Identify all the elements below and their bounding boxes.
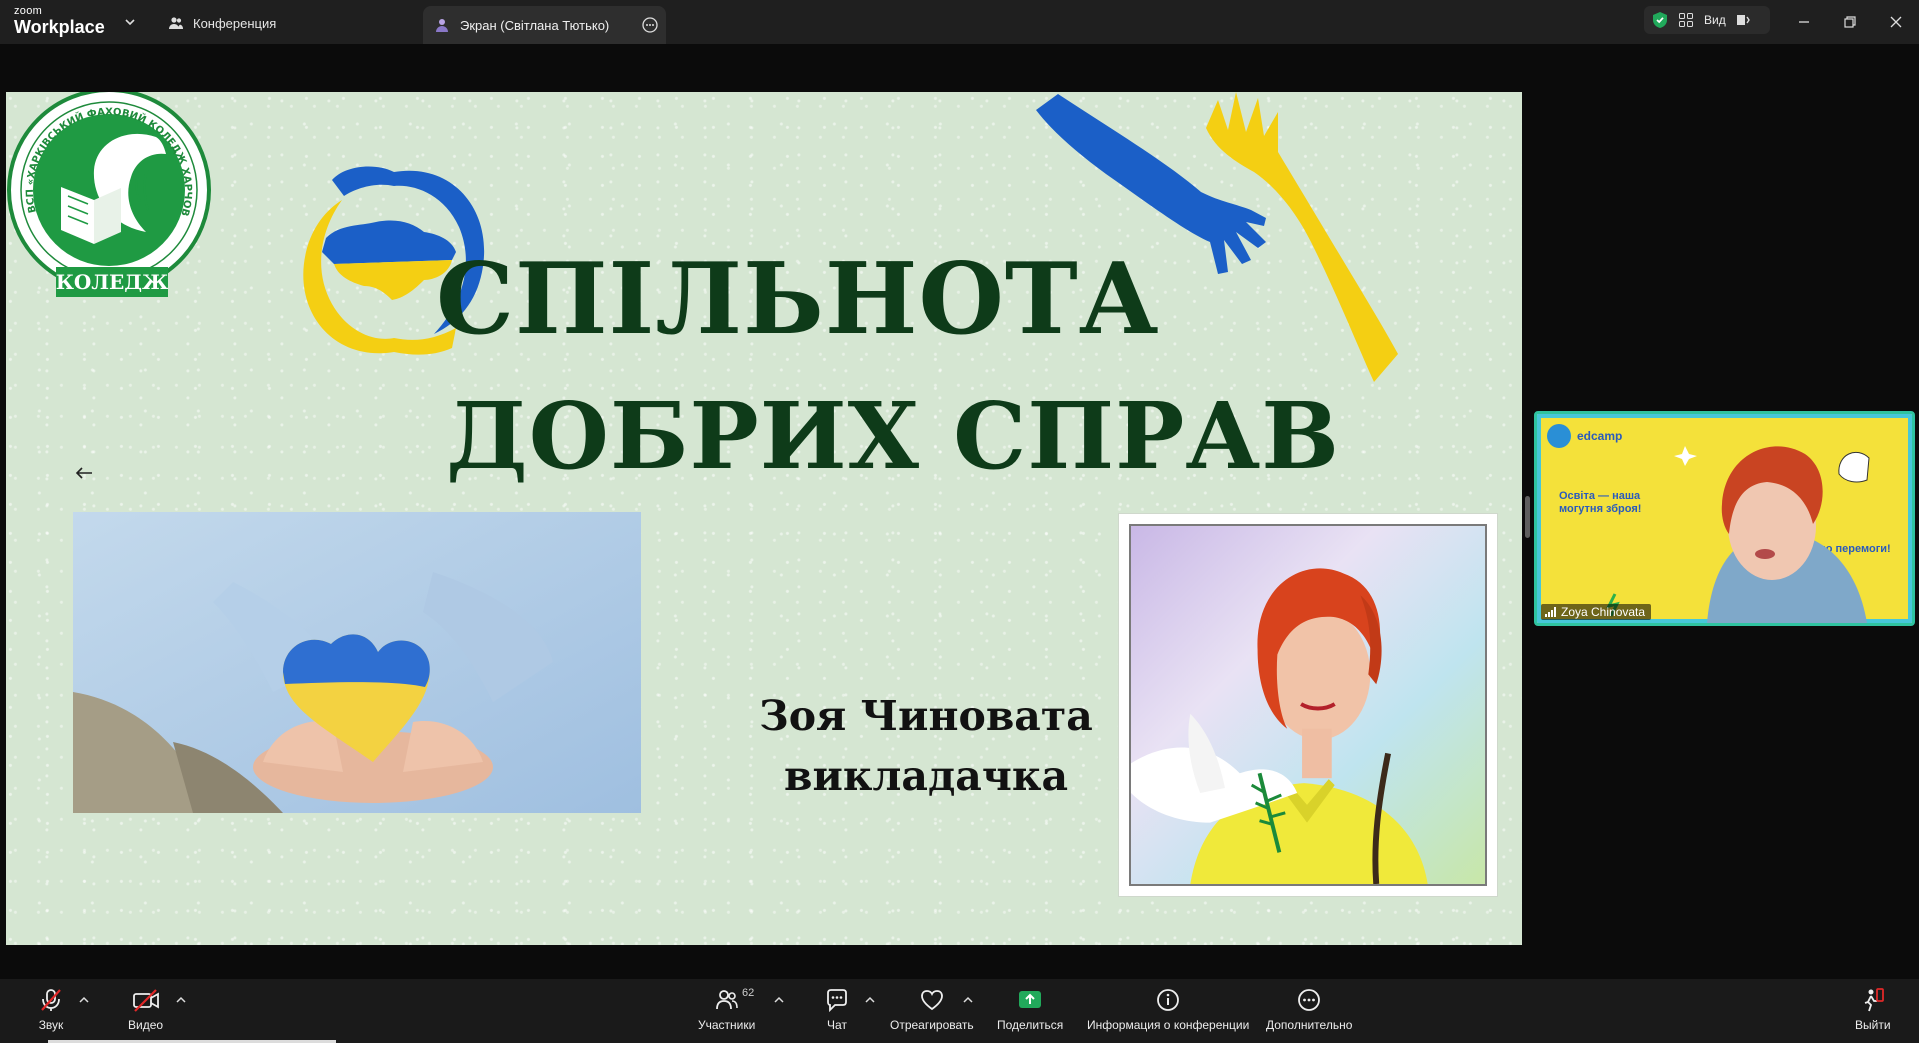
meeting-controls-toolbar: Звук Видео Участники 62 Чат Отреагироват…	[0, 979, 1919, 1043]
banner-brand: edcamp	[1577, 429, 1622, 443]
leave-icon	[1864, 988, 1884, 1012]
logo-small-text: zoom	[14, 5, 43, 17]
more-button[interactable]: Дополнительно	[1266, 987, 1352, 1032]
hands-heart-photo	[73, 512, 641, 813]
leave-button[interactable]: Выйти	[1855, 987, 1891, 1032]
pointer-arrow-icon	[75, 467, 92, 479]
speaker-portrait-frame	[1119, 514, 1497, 896]
shield-icon[interactable]	[1652, 11, 1668, 29]
microphone-muted-icon	[41, 989, 61, 1011]
tab-screen-label: Экран (Світлана Тютько)	[460, 17, 610, 33]
participants-icon	[715, 990, 738, 1010]
participant-video-tile[interactable]: edcamp Освіта — наша могутня зброя! ом д…	[1534, 411, 1915, 626]
chat-label: Чат	[827, 1018, 847, 1032]
participant-video-feed: edcamp Освіта — наша могутня зброя! ом д…	[1537, 414, 1912, 623]
close-icon[interactable]	[1884, 10, 1908, 34]
react-button[interactable]: Отреагировать	[890, 987, 974, 1032]
more-label: Дополнительно	[1266, 1018, 1353, 1032]
participants-label: Участники	[698, 1018, 756, 1032]
video-label: Видео	[128, 1018, 164, 1032]
share-screen-icon	[1019, 991, 1042, 1008]
speaker-role: викладачка	[783, 752, 1069, 800]
view-button[interactable]: Вид	[1704, 13, 1726, 27]
heart-react-icon	[920, 990, 943, 1011]
slide-title-line2: ДОБРИХ СПРАВ	[446, 382, 1341, 490]
banner-text-2: могутня зброя!	[1559, 503, 1641, 515]
minimize-icon[interactable]	[1792, 10, 1816, 34]
logo-large-text: Workplace	[14, 17, 105, 37]
participant-name: Zoya Chinovata	[1561, 605, 1646, 619]
panel-resize-handle[interactable]	[1525, 496, 1530, 538]
restore-window-icon[interactable]	[1838, 10, 1862, 34]
participants-options-chevron-icon[interactable]	[773, 995, 785, 1005]
video-button[interactable]: Видео	[128, 987, 163, 1032]
share-screen-user-icon	[436, 19, 448, 32]
more-options-icon[interactable]	[642, 17, 658, 33]
banner-text-1: Освіта — наша	[1559, 490, 1641, 502]
meeting-info-label: Информация о конференции	[1087, 1018, 1250, 1032]
react-label: Отреагировать	[890, 1018, 974, 1032]
meeting-info-button[interactable]: Информация о конференции	[1087, 987, 1249, 1032]
audio-options-chevron-icon[interactable]	[78, 995, 90, 1005]
view-layout-icon[interactable]	[1736, 13, 1750, 27]
share-button[interactable]: Поделиться	[997, 987, 1063, 1032]
speaker-name: Зоя Чиновата	[759, 692, 1093, 740]
chat-button[interactable]: Чат	[824, 987, 850, 1032]
zoom-workplace-logo[interactable]: zoom Workplace	[14, 5, 105, 37]
video-options-chevron-icon[interactable]	[175, 995, 187, 1005]
react-options-chevron-icon[interactable]	[962, 995, 974, 1005]
tab-screen-share[interactable]: Экран (Світлана Тютько)	[423, 6, 666, 44]
college-label: КОЛЕДЖ	[56, 270, 169, 294]
slide-title-line1: СПІЛЬНОТА	[436, 242, 1160, 357]
leave-label: Выйти	[1855, 1018, 1891, 1032]
camera-off-icon	[132, 989, 159, 1012]
chat-icon	[827, 989, 847, 1013]
share-label: Поделиться	[997, 1018, 1064, 1032]
speaker-portrait-photo	[1129, 524, 1487, 886]
security-view-group: Вид	[1644, 6, 1770, 34]
info-icon	[1157, 989, 1180, 1011]
participants-count: 62	[742, 987, 755, 999]
signal-strength-icon	[1545, 607, 1556, 617]
audio-button[interactable]: Звук	[38, 987, 64, 1032]
tab-meeting[interactable]: Конференция	[168, 10, 276, 36]
title-bar: zoom Workplace Конференция Экран (Світла…	[0, 0, 1919, 44]
meeting-stage: ВСП «ХАРКІВСЬКИЙ ФАХОВИЙ КОЛЕДЖ ХАРЧОВОЇ…	[0, 44, 1919, 979]
college-seal-logo: ВСП «ХАРКІВСЬКИЙ ФАХОВИЙ КОЛЕДЖ ХАРЧОВОЇ…	[6, 92, 211, 297]
more-options-icon	[1298, 989, 1321, 1011]
audio-label: Звук	[38, 1018, 64, 1032]
participant-name-label: Zoya Chinovata	[1541, 604, 1652, 620]
tab-meeting-label: Конференция	[193, 15, 277, 31]
participants-icon	[169, 17, 183, 29]
grid-view-icon[interactable]	[1678, 12, 1694, 28]
shared-presentation-slide: ВСП «ХАРКІВСЬКИЙ ФАХОВИЙ КОЛЕДЖ ХАРЧОВОЇ…	[6, 92, 1522, 945]
chat-options-chevron-icon[interactable]	[864, 995, 876, 1005]
chevron-down-icon[interactable]	[122, 14, 138, 30]
